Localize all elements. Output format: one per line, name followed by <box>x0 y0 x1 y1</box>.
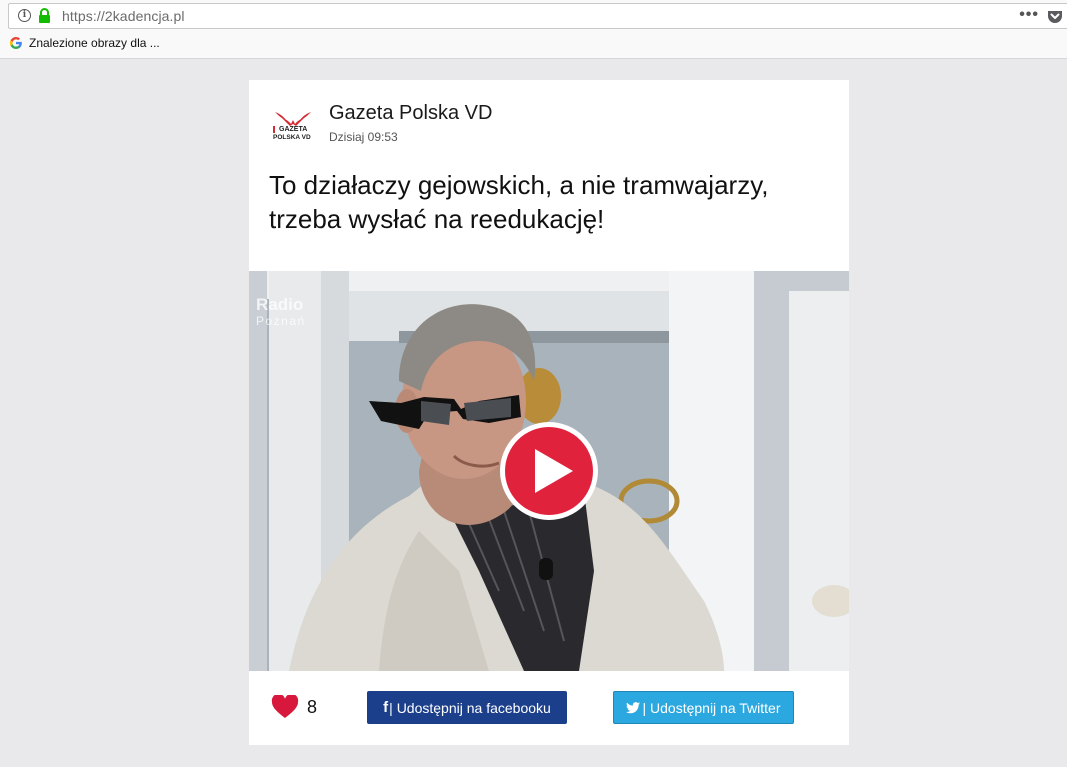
pocket-icon[interactable] <box>1047 9 1063 24</box>
svg-text:GAZETA: GAZETA <box>279 126 307 133</box>
play-icon <box>535 449 573 493</box>
post-card: GAZETA POLSKA VD Gazeta Polska VD Dzisia… <box>249 80 849 745</box>
url-text[interactable]: https://2kadencja.pl <box>62 8 185 24</box>
bookmark-item[interactable]: Znalezione obrazy dla ... <box>9 36 160 50</box>
post-headline: To działaczy gejowskich, a nie tramwajar… <box>269 170 769 234</box>
bookmark-label: Znalezione obrazy dla ... <box>29 36 160 50</box>
info-icon[interactable]: i <box>18 9 31 22</box>
twitter-icon <box>626 701 641 713</box>
likes-count: 8 <box>307 697 318 717</box>
publisher-logo[interactable]: GAZETA POLSKA VD <box>269 108 317 142</box>
share-twitter-label: | Udostępnij na Twitter <box>642 699 781 716</box>
bookmarks-toolbar: Znalezione obrazy dla ... <box>0 33 1067 57</box>
video-player[interactable]: Radio Poznań <box>249 271 849 671</box>
radio-poznan-watermark: Radio Poznań <box>256 295 306 328</box>
post-timestamp: Dzisiaj 09:53 <box>329 130 398 144</box>
share-facebook-label: | Udostępnij na facebooku <box>389 699 551 716</box>
share-twitter-button[interactable]: | Udostępnij na Twitter <box>613 691 794 724</box>
heart-icon[interactable] <box>271 695 299 719</box>
play-button[interactable] <box>500 422 598 520</box>
page-actions-menu-icon[interactable]: ••• <box>1019 6 1039 24</box>
facebook-icon: f <box>383 699 389 716</box>
google-icon <box>9 37 22 50</box>
lock-icon[interactable] <box>38 8 51 24</box>
address-bar[interactable]: i https://2kadencja.pl ••• <box>8 3 1067 29</box>
post-actions: 8 f | Udostępnij na facebooku | Udostępn… <box>249 671 849 745</box>
svg-text:POLSKA VD: POLSKA VD <box>273 134 311 141</box>
author-name[interactable]: Gazeta Polska VD <box>329 102 492 125</box>
browser-toolbar: i https://2kadencja.pl ••• Znalezione ob… <box>0 0 1067 59</box>
share-facebook-button[interactable]: f | Udostępnij na facebooku <box>367 691 567 724</box>
